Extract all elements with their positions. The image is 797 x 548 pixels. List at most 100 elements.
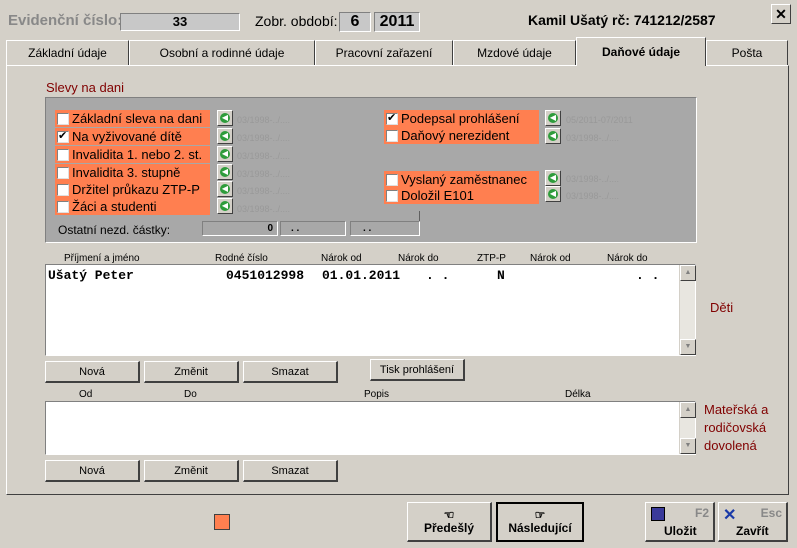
tab-label: Pracovní zařazení [335, 46, 433, 60]
period-text: 03/1998-../.... [566, 174, 620, 184]
checkbox-label: Doložil E101 [401, 188, 474, 203]
period-button[interactable]: ◀ [545, 170, 561, 186]
period-button[interactable]: ◀ [545, 128, 561, 144]
maternity-edit-button[interactable]: Změnit [144, 460, 239, 482]
close-x-icon: ✕ [723, 507, 737, 524]
checkbox-label: Invalidita 3. stupně [72, 165, 181, 180]
period-text: 03/1998-../.... [237, 151, 291, 161]
hand-icon: ☜ [443, 507, 455, 522]
checkbox-box[interactable] [57, 112, 69, 125]
maternity-side-label: Mateřská a rodičovská dovolená [704, 402, 769, 453]
tab-osobni-udaje[interactable]: Osobní a rodinné údaje [129, 40, 315, 65]
checkbox-invalidita-3[interactable]: Invalidita 3. stupně [55, 164, 210, 181]
col-header-popis: Popis [364, 389, 390, 400]
maternity-list[interactable]: ▲ ▼ [45, 401, 696, 455]
tab-mzdove-udaje[interactable]: Mzdové údaje [453, 40, 576, 65]
children-side-label: Děti [710, 300, 734, 315]
period-month[interactable]: 6 [339, 12, 371, 32]
button-label: Zavřít [736, 524, 769, 538]
checkbox-vyslany-zamestnanec[interactable]: Vyslaný zaměstnanec [384, 171, 539, 188]
other-amounts-from[interactable]: . . [280, 221, 346, 236]
period-button[interactable]: ◀ [217, 146, 233, 162]
scroll-down-icon[interactable]: ▼ [680, 339, 696, 355]
status-indicator [214, 514, 230, 530]
period-button[interactable]: ◀ [545, 110, 561, 126]
checkbox-dolozil-e101[interactable]: Doložil E101 [384, 187, 539, 204]
scroll-up-icon[interactable]: ▲ [680, 265, 696, 281]
checkbox-zakladni-sleva[interactable]: Základní sleva na dani [55, 110, 210, 127]
tab-danove-udaje[interactable]: Daňové údaje [576, 37, 706, 66]
table-row[interactable]: Ušatý Peter 0451012998 01.01.2011 . . N … [48, 268, 678, 284]
arrow-icon: ◀ [220, 113, 230, 123]
header-bar: Evidenční číslo: 33 Zobr. období: 6 2011… [0, 0, 797, 36]
checkbox-box[interactable] [57, 183, 69, 196]
other-amounts-to[interactable]: . . [350, 221, 420, 236]
checkbox-podepsal-prohlaseni[interactable]: Podepsal prohlášení [384, 110, 539, 127]
button-label: Tisk prohlášení [379, 363, 455, 376]
period-button[interactable]: ◀ [217, 198, 233, 214]
checkbox-box[interactable] [57, 200, 69, 213]
period-year-text: 2011 [379, 13, 415, 30]
save-button[interactable]: F2 Uložit [645, 502, 715, 542]
col-header-name: Příjmení a jméno [64, 253, 140, 264]
child-delete-button[interactable]: Smazat [243, 361, 338, 383]
checkbox-box[interactable] [386, 129, 398, 142]
child-edit-button[interactable]: Změnit [144, 361, 239, 383]
checkbox-zaci-studenti[interactable]: Žáci a studenti [55, 198, 210, 215]
tab-posta[interactable]: Pošta [706, 40, 788, 65]
previous-button[interactable]: ☜ Předešlý [407, 502, 492, 542]
col-header-rc: Rodné číslo [215, 253, 268, 264]
checkbox-label: Základní sleva na dani [72, 111, 203, 126]
checkbox-invalidita-1-2[interactable]: Invalidita 1. nebo 2. st. [55, 146, 210, 163]
child-new-button[interactable]: Nová [45, 361, 140, 383]
period-month-text: 6 [350, 13, 360, 30]
checkbox-box[interactable] [57, 148, 69, 161]
scroll-up-icon[interactable]: ▲ [680, 402, 696, 418]
checkbox-label: Na vyživované dítě [72, 129, 182, 144]
checkbox-box[interactable] [386, 173, 398, 186]
period-button[interactable]: ◀ [545, 186, 561, 202]
maternity-delete-button[interactable]: Smazat [243, 460, 338, 482]
tab-pracovni-zarazeni[interactable]: Pracovní zařazení [315, 40, 453, 65]
checkbox-danovy-nerezident[interactable]: Daňový nerezident [384, 127, 539, 144]
hand-icon: ☞ [534, 508, 546, 522]
scrollbar[interactable]: ▲ ▼ [679, 265, 696, 355]
tab-label: Osobní a rodinné údaje [159, 46, 285, 60]
col-header-delka: Délka [565, 389, 591, 400]
scrollbar[interactable]: ▲ ▼ [679, 402, 696, 454]
shortcut-label: F2 [694, 506, 709, 520]
period-year[interactable]: 2011 [374, 12, 420, 32]
tab-zakladni-udaje[interactable]: Základní údaje [6, 40, 129, 65]
scroll-down-icon[interactable]: ▼ [680, 438, 696, 454]
button-label: Změnit [174, 464, 208, 477]
child-to2: . . [636, 268, 660, 283]
checkbox-label: Invalidita 1. nebo 2. st. [72, 147, 203, 162]
next-button[interactable]: ☞ Následující [496, 502, 584, 542]
evid-value[interactable]: 33 [120, 13, 240, 31]
checkbox-box[interactable] [57, 129, 69, 143]
checkbox-box[interactable] [386, 189, 398, 202]
period-text: 03/1998-../.... [237, 169, 291, 179]
period-button[interactable]: ◀ [217, 164, 233, 180]
period-button[interactable]: ◀ [217, 128, 233, 144]
period-text: 03/1998-../.... [566, 133, 620, 143]
period-button[interactable]: ◀ [217, 181, 233, 197]
close-window-button[interactable]: ✕ [771, 4, 791, 24]
close-button[interactable]: ✕ Esc Zavřít [718, 502, 788, 542]
checkbox-box[interactable] [386, 111, 398, 125]
print-declaration-button[interactable]: Tisk prohlášení [370, 359, 465, 381]
child-rc: 0451012998 [226, 268, 305, 283]
period-label: Zobr. období: [255, 13, 338, 29]
other-amounts-input[interactable]: 0 [202, 221, 278, 236]
tab-label: Daňové údaje [601, 45, 681, 59]
maternity-new-button[interactable]: Nová [45, 460, 140, 482]
period-text: 03/1998-../.... [237, 186, 291, 196]
children-list[interactable]: Ušatý Peter 0451012998 01.01.2011 . . N … [45, 264, 696, 356]
period-button[interactable]: ◀ [217, 110, 233, 126]
discounts-title: Slevy na dani [46, 80, 125, 95]
checkbox-box[interactable] [57, 166, 69, 179]
arrow-icon: ◀ [548, 113, 558, 123]
checkbox-ztp-p[interactable]: Držitel průkazu ZTP-P [55, 181, 210, 198]
button-label: Smazat [271, 464, 309, 477]
checkbox-vyzivovane-dite[interactable]: Na vyživované dítě [55, 128, 210, 145]
